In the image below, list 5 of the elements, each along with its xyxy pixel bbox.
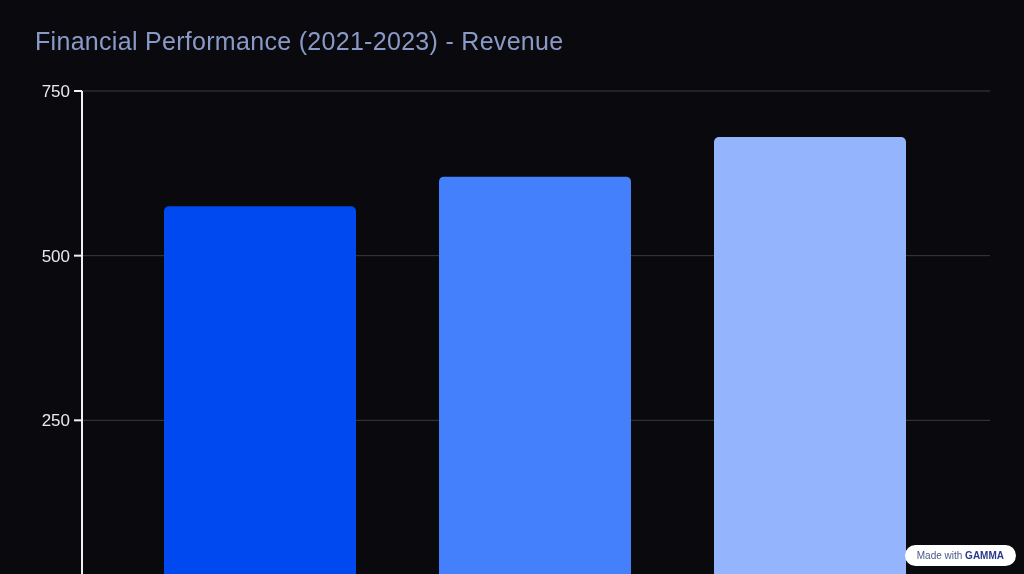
y-tick-label: 750 (41, 82, 70, 101)
y-tick-label: 500 (41, 246, 70, 266)
y-tick-label: 250 (41, 411, 70, 431)
slide-title: Financial Performance (2021-2023) - Revenue (35, 26, 564, 57)
made-with-link[interactable]: Made with GAMMA (904, 545, 1016, 566)
